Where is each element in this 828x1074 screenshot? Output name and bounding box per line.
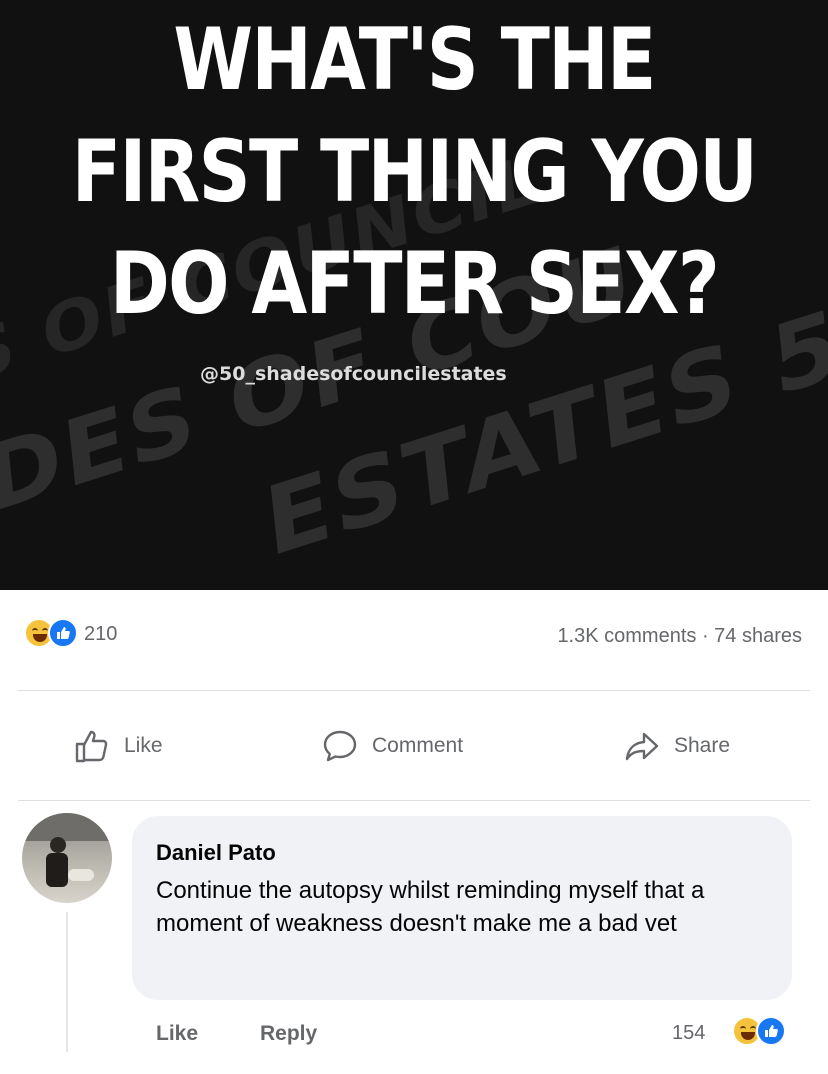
comment-reactions-count[interactable]: 154 [672,1022,705,1045]
comments-shares[interactable]: 1.3K comments · 74 shares [557,625,802,648]
reactions-count[interactable]: 210 [84,623,117,646]
headline-line: WHAT'S THE [173,10,656,110]
like-label: Like [124,734,163,757]
share-button[interactable]: Share [622,718,730,774]
comment-bubble: Daniel Pato Continue the autopsy whilst … [132,816,792,1000]
comment-text: Continue the autopsy whilst reminding my… [156,877,705,937]
comment-like-button[interactable]: Like [156,1022,198,1046]
divider [18,690,810,691]
comment-author[interactable]: Daniel Pato [156,840,276,866]
post-image[interactable]: DES OF COU ESTATES 50 S OF COUNCIL WHAT'… [0,0,828,590]
comment-reply-button[interactable]: Reply [260,1022,317,1046]
headline-line: DO AFTER SEX? [109,234,720,334]
like-icon[interactable] [756,1016,786,1046]
share-icon [625,732,659,761]
headline-line: FIRST THING YOU [71,122,758,222]
comment-icon [323,730,357,762]
share-label: Share [674,734,731,757]
headline: WHAT'S THE FIRST THING YOU DO AFTER SEX? [66,4,762,340]
avatar[interactable] [22,813,112,903]
post-stats: 210 1.3K comments · 74 shares [0,610,828,660]
comment-button[interactable]: Comment [320,718,463,774]
like-icon[interactable] [48,618,78,648]
thumbs-up-icon [75,730,108,763]
thread-line [66,912,68,1052]
watermark-handle: @50_shadesofcouncilestates [200,363,507,385]
comment-label: Comment [372,734,464,757]
like-button[interactable]: Like [72,718,163,774]
divider [18,800,810,801]
